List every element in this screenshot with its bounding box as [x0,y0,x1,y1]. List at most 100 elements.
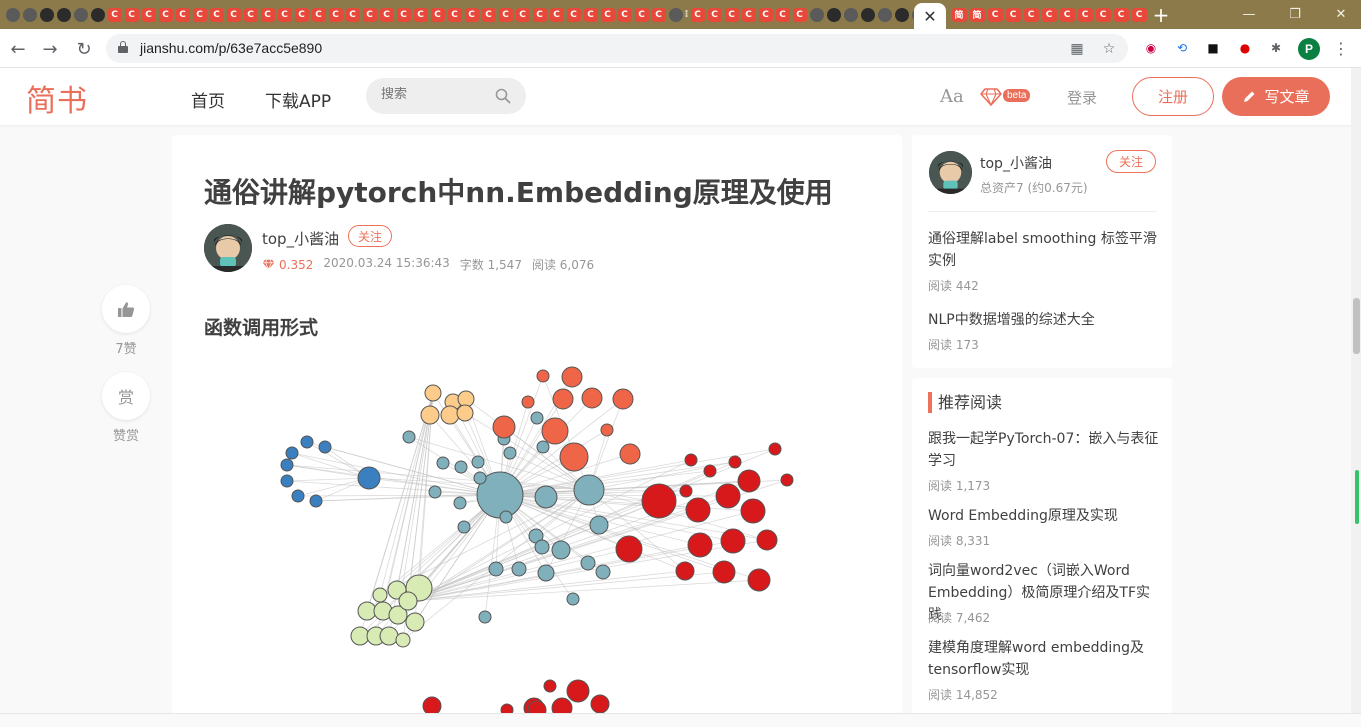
tab-favicon-icon[interactable]: C [260,7,275,22]
browser-menu-icon[interactable]: ⋮ [1332,39,1350,58]
tab-favicon-icon[interactable] [90,7,105,22]
scrollbar-thumb[interactable] [1353,298,1360,354]
tab-favicon-icon[interactable]: C [107,7,122,22]
author-name[interactable]: top_小酱油 [262,228,339,249]
tab-favicon-icon[interactable]: C [600,7,615,22]
recommended-title[interactable]: Word Embedding原理及实现 [928,505,1160,527]
tab-favicon-icon[interactable]: C [379,7,394,22]
tab-favicon-icon[interactable]: C [775,7,790,22]
extension-icon-1[interactable]: ◉ [1142,39,1160,57]
tab-favicon-icon[interactable]: C [549,7,564,22]
tab-favicon-icon[interactable]: C [243,7,258,22]
search-box[interactable] [366,78,526,114]
nav-home[interactable]: 首页 [191,87,225,112]
tab-favicon-icon[interactable]: C [430,7,445,22]
search-input[interactable] [381,87,491,102]
close-window-icon[interactable]: ✕ [1318,0,1361,29]
tab-favicon-icon[interactable] [826,7,841,22]
tab-favicon-icon[interactable]: C [634,7,649,22]
like-button[interactable] [102,285,150,333]
page-scrollbar[interactable] [1351,68,1361,713]
forward-icon[interactable]: → [38,37,62,61]
recommended-title[interactable]: 建模角度理解word embedding及tensorflow实现 [928,637,1160,681]
tab-favicon-icon[interactable] [73,7,88,22]
tab-favicon-icon[interactable]: C [175,7,190,22]
tab-favicon-icon[interactable]: C [987,7,1003,22]
extension-icon-3[interactable]: ■ [1204,39,1222,57]
tab-favicon-icon[interactable] [22,7,37,22]
tab-favicon-icon[interactable]: C [209,7,224,22]
beta-diamond-button[interactable]: beta [980,86,1032,108]
tab-favicon-icon[interactable] [843,7,858,22]
close-tab-icon[interactable]: ✕ [923,7,936,26]
author-avatar[interactable] [204,224,252,272]
reload-icon[interactable]: ↻ [72,37,96,61]
tab-favicon-icon[interactable]: C [345,7,360,22]
search-icon[interactable] [494,87,512,105]
sidebar-follow-button[interactable]: 关注 [1106,150,1156,173]
follow-button[interactable]: 关注 [348,225,392,247]
qr-code-icon[interactable]: ▦ [1068,40,1086,58]
tab-favicon-icon[interactable]: C [707,7,722,22]
tab-favicon-icon[interactable]: C [651,7,666,22]
tab-favicon-icon[interactable]: C [724,7,739,22]
tab-list-right[interactable]: 简简CCCCCCCCC [950,0,1148,29]
sidebar-author-avatar[interactable] [929,151,972,194]
tab-favicon-icon[interactable]: C [792,7,807,22]
tab-favicon-icon[interactable]: C [311,7,326,22]
tab-favicon-icon[interactable]: C [1131,7,1147,22]
tab-favicon-icon[interactable]: C [515,7,530,22]
tab-favicon-icon[interactable]: C [447,7,462,22]
tab-favicon-icon[interactable] [894,7,909,22]
tab-favicon-icon[interactable] [877,7,892,22]
signup-button[interactable]: 注册 [1132,77,1214,116]
tab-favicon-icon[interactable] [56,7,71,22]
tab-favicon-icon[interactable]: C [1023,7,1039,22]
tab-favicon-icon[interactable]: C [617,7,632,22]
tab-favicon-icon[interactable]: C [1041,7,1057,22]
tab-favicon-icon[interactable] [809,7,824,22]
tab-favicon-icon[interactable]: 简 [951,7,967,22]
nav-download-app[interactable]: 下载APP [265,87,331,112]
tab-favicon-icon[interactable]: C [498,7,513,22]
tab-favicon-icon[interactable]: C [690,7,705,22]
bookmark-star-icon[interactable]: ☆ [1100,40,1118,58]
font-setting-button[interactable]: Aa [940,86,964,107]
extension-icon-2[interactable]: ⟲ [1173,39,1191,57]
tab-favicon-icon[interactable]: C [226,7,241,22]
extensions-puzzle-icon[interactable]: ✱ [1267,39,1285,57]
recommended-title[interactable]: 跟我一起学PyTorch-07：嵌入与表征学习 [928,428,1160,472]
active-tab[interactable]: ✕ [914,3,946,29]
tab-favicon-icon[interactable]: C [158,7,173,22]
address-bar[interactable]: jianshu.com/p/63e7acc5e890 ▦ ☆ [106,34,1128,63]
extension-icon-4[interactable]: ● [1236,39,1254,57]
tab-favicon-icon[interactable]: C [741,7,756,22]
profile-avatar[interactable]: P [1298,38,1320,60]
tab-favicon-icon[interactable]: C [124,7,139,22]
tab-favicon-icon[interactable]: C [192,7,207,22]
tab-favicon-icon[interactable]: C [1095,7,1111,22]
tab-favicon-icon[interactable]: C [413,7,428,22]
reward-button[interactable]: 赏 [102,372,150,420]
tab-favicon-icon[interactable]: C [141,7,156,22]
tab-favicon-icon[interactable]: 简 [969,7,985,22]
tab-list[interactable]: C C C C C C C C C C C C C C C C C C C C C C C C C C C C C C C C C ⁝ C C C C C C… [0,0,914,29]
tab-favicon-icon[interactable]: C [481,7,496,22]
tab-favicon-icon[interactable] [668,7,683,22]
tab-favicon-icon[interactable]: C [396,7,411,22]
tab-favicon-icon[interactable]: C [1077,7,1093,22]
minimize-icon[interactable]: — [1226,0,1272,29]
tab-favicon-icon[interactable]: C [277,7,292,22]
tab-favicon-icon[interactable]: C [362,7,377,22]
lock-icon[interactable] [118,41,128,53]
tab-favicon-icon[interactable]: C [464,7,479,22]
new-tab-button[interactable]: + [1150,3,1172,27]
tab-favicon-icon[interactable]: C [758,7,773,22]
author-article-title[interactable]: NLP中数据增强的综述大全 [928,309,1160,331]
tab-favicon-icon[interactable]: C [294,7,309,22]
back-icon[interactable]: ← [6,37,30,61]
tab-favicon-icon[interactable]: C [1005,7,1021,22]
url-text[interactable]: jianshu.com/p/63e7acc5e890 [140,40,322,56]
tab-favicon-icon[interactable]: C [532,7,547,22]
tab-favicon-icon[interactable] [860,7,875,22]
